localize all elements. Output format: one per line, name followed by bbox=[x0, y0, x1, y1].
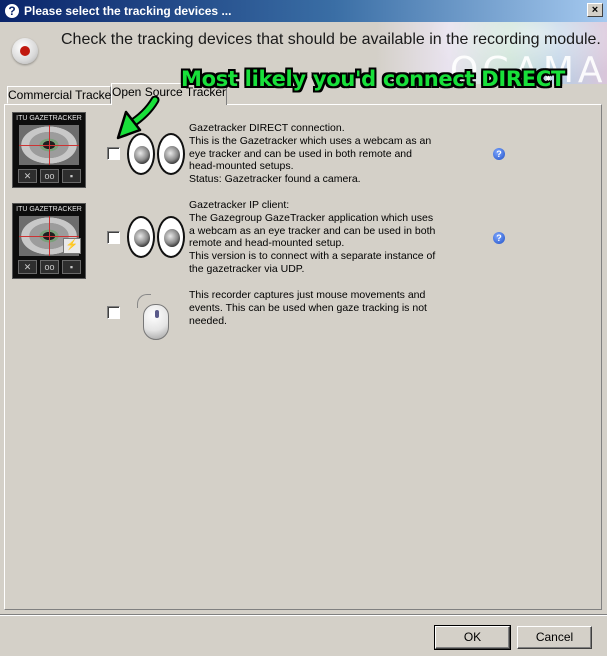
device-direct-text: This is the Gazetracker which uses a web… bbox=[189, 134, 432, 186]
network-icon: ⚡ bbox=[63, 238, 81, 254]
help-icon[interactable]: ? bbox=[493, 148, 505, 160]
eyes-icon: oo bbox=[40, 169, 59, 183]
device-ip-description: Gazetracker IP client: The Gazegroup Gaz… bbox=[189, 199, 435, 276]
eye-camera-view bbox=[19, 125, 79, 165]
crosshair-icon: ✕ bbox=[18, 260, 37, 274]
eyes-icon: oo bbox=[40, 260, 59, 274]
device-ip-name: Gazetracker IP client: bbox=[189, 199, 290, 211]
header-instruction: Check the tracking devices that should b… bbox=[61, 31, 601, 48]
gazetracker-direct-thumbnail: ITU GAZETRACKER ✕ oo ▪ bbox=[12, 112, 86, 188]
tab-commercial-tracker[interactable]: Commercial Tracker bbox=[7, 86, 115, 104]
button-separator bbox=[0, 614, 607, 616]
device-mouse-description: This recorder captures just mouse moveme… bbox=[189, 289, 427, 327]
mouse-icon bbox=[133, 294, 177, 342]
gazetracker-ip-thumbnail: ITU GAZETRACKER ⚡ ✕ oo ▪ bbox=[12, 203, 86, 279]
close-button[interactable]: × bbox=[587, 3, 603, 17]
device-direct-description: Gazetracker DIRECT connection. This is t… bbox=[189, 122, 431, 186]
annotation-text: Most likely you'd connect DIRECT bbox=[181, 67, 565, 91]
settings-icon: ▪ bbox=[62, 260, 81, 274]
settings-icon: ▪ bbox=[62, 169, 81, 183]
window-title: Please select the tracking devices ... bbox=[24, 4, 232, 18]
eyes-icon bbox=[127, 216, 185, 258]
device-direct-name: Gazetracker DIRECT connection. bbox=[189, 122, 345, 134]
cancel-button[interactable]: Cancel bbox=[517, 626, 592, 649]
ok-button[interactable]: OK bbox=[434, 625, 511, 650]
help-icon: ? bbox=[4, 3, 20, 19]
device-mouse-checkbox[interactable] bbox=[107, 306, 120, 319]
device-ip-text: The Gazegroup GazeTracker application wh… bbox=[189, 211, 436, 275]
annotation-arrow-icon bbox=[116, 96, 160, 140]
device-ip-checkbox[interactable] bbox=[107, 231, 120, 244]
thumbnail-title: ITU GAZETRACKER bbox=[16, 115, 82, 122]
help-icon[interactable]: ? bbox=[493, 232, 505, 244]
record-icon bbox=[12, 38, 38, 64]
thumbnail-title: ITU GAZETRACKER bbox=[16, 206, 82, 213]
title-bar: ? Please select the tracking devices ...… bbox=[0, 0, 607, 22]
device-direct-checkbox[interactable] bbox=[107, 147, 120, 160]
crosshair-icon: ✕ bbox=[18, 169, 37, 183]
